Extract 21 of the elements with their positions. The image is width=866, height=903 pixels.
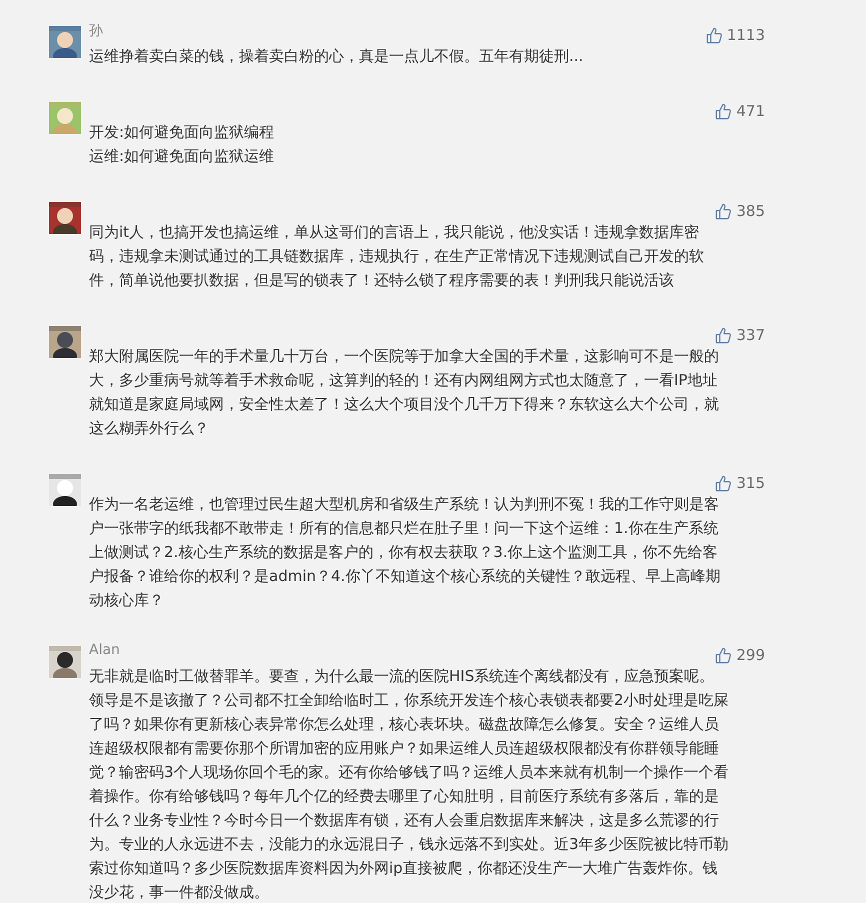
thumbs-up-icon <box>706 26 723 44</box>
comment-text: 无非就是临时工做替罪羊。要查，为什么最一流的医院HIS系统连个离线都没有，应急预案呢。领导是不是该撤了？公司都不扛全卸给临时工，你系统开发连个核心表锁表都要2小时处理是吃屎了吗？如果你有更新核心表异常你怎么处理，核心表坏块。磁盘故障怎么修复。安全？运维人员连超级权限都有需要你那个所谓加密的应用账户？如果运维人员连超级权限都没有你群领导能睡觉？输密码3个人现场你回个毛的家。还有你给够钱了吗？运维人员本来就有机制一个操作一个看着操作。你有给够钱吗？每年几个亿的经费去哪里了心知肚明，目前医疗系统有多落后，靠的是什么？业务专业性？今时今日一个数据库有锁，还有人会重启数据库来解决，这是多么荒谬的行为。专业的人永远进不去，没能力的永远混日子，钱永远落不到实处。近3年多少医院被比特币勒索过你知道吗？多少医院数据库资料因为外网ip直接被爬，你都还没生产一大堆广告轰炸你。钱没少花，事一件都没做成。 <box>89 666 729 903</box>
like-button[interactable]: 471 <box>715 102 765 120</box>
comment-text: 郑大附属医院一年的手术量几十万台，一个医院等于加拿大全国的手术量，这影响可不是一般的大，多少重病号就等着手术救命呢，这算判的轻的！还有内网组网方式也太随意了，一看IP地址就知道是家庭局域网，安全性太差了！这么大个项目没个几千万下得来？东软这么大个公司，就这么糊弄外行么？ <box>89 346 720 439</box>
comment-text: 同为it人，也搞开发也搞运维，单从这哥们的言语上，我只能说，他没实话！违规拿数据库密码，违规拿未测试通过的工具链数据库，违规执行，在生产正常情况下违规测试自己开发的软件，简单说他要扒数据，但是写的锁表了！还特么锁了程序需要的表！判刑我只能说活该 <box>89 222 705 291</box>
thumbs-up-icon <box>715 474 732 492</box>
thumbs-up-icon <box>715 326 732 344</box>
like-button[interactable]: 337 <box>715 326 765 344</box>
comment-line: 开发:如何避免面向监狱编程 <box>89 122 276 143</box>
comment-line: 运维:如何避免面向监狱运维 <box>89 146 276 167</box>
comment-text: 作为一名老运维，也管理过民生超大型机房和省级生产系统！认为判刑不冤！我的工作守则是客户一张带字的纸我都不敢带走！所有的信息都只烂在肚子里！问一下这个运维：1.你在生产系统上做测试？2.核心生产系统的数据是客户的，你有权去获取？3.你上这个监测工具，你不先给客户报备？谁给你的权利？是admin？4.你丫不知道这个核心系统的关键性？敢远程、早上高峰期动核心库？ <box>89 494 722 611</box>
like-button[interactable]: 299 <box>715 646 765 664</box>
user-name[interactable]: Alan <box>89 642 120 658</box>
comment-text: 运维挣着卖白菜的钱，操着卖白粉的心，真是一点儿不假。五年有期徒刑... <box>89 46 584 67</box>
like-button[interactable]: 315 <box>715 474 765 492</box>
thumbs-up-icon <box>715 102 732 120</box>
thumbs-up-icon <box>715 202 732 220</box>
thumbs-up-icon <box>715 646 732 664</box>
like-button[interactable]: 385 <box>715 202 765 220</box>
like-button[interactable]: 1113 <box>706 26 765 44</box>
user-name[interactable]: 孙 <box>89 22 103 40</box>
